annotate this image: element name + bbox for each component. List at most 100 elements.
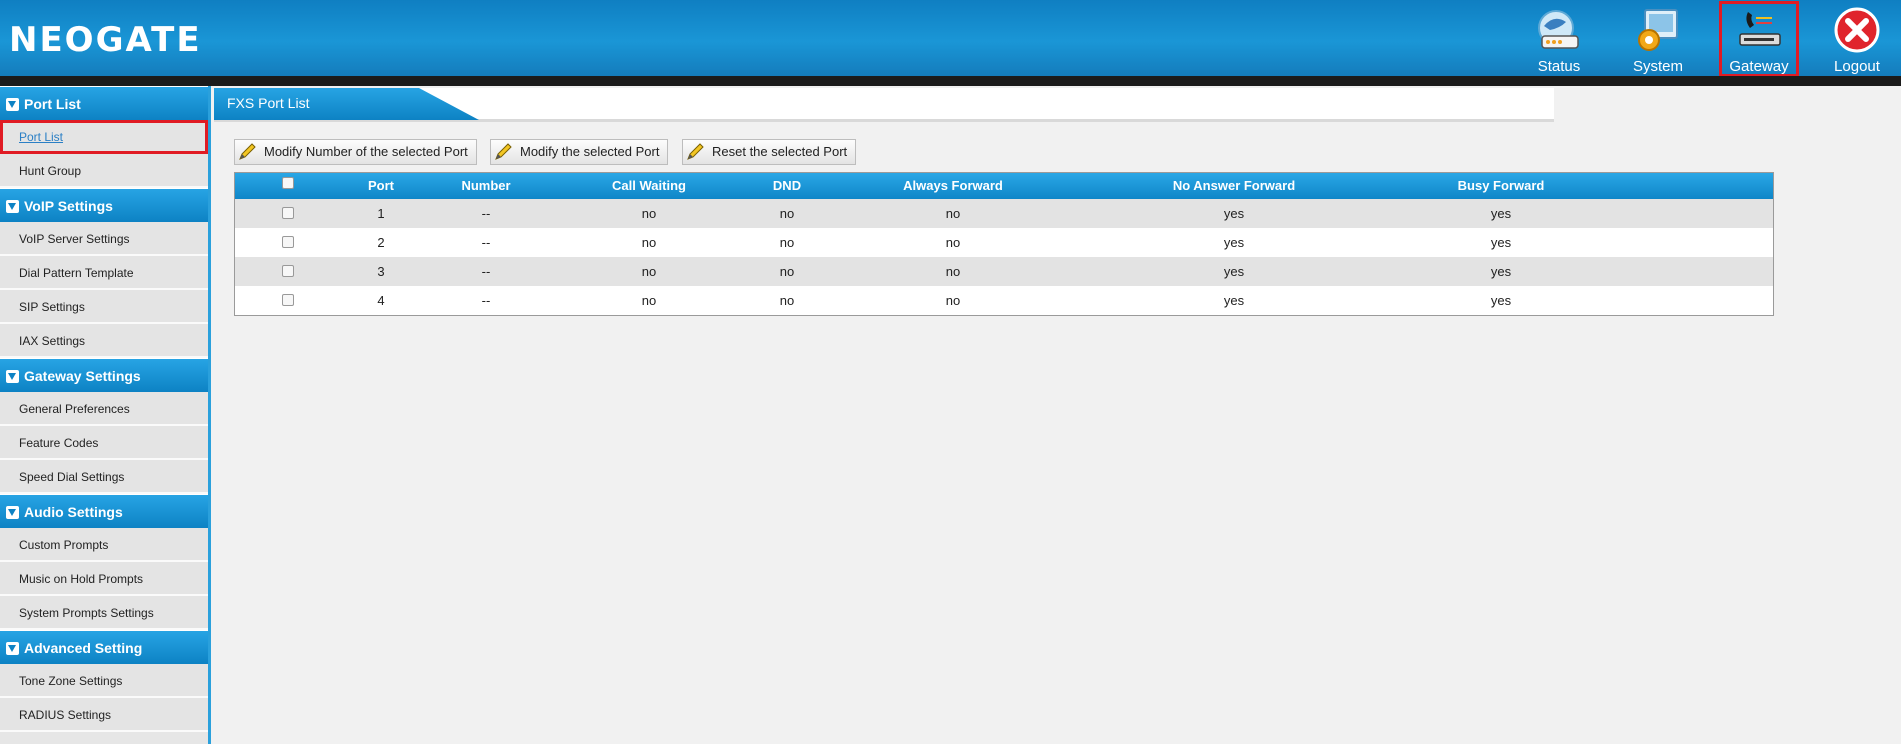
column-header-port: Port <box>368 178 394 193</box>
neogate-logo: NEOGATE <box>9 20 202 60</box>
status-icon <box>1534 6 1584 56</box>
table-header: Port Number Call Waiting DND Always Forw… <box>235 173 1773 199</box>
cell-call-waiting: no <box>641 206 657 221</box>
sidebar-section-title: Advanced Setting <box>24 640 143 656</box>
cell-always-forward: no <box>945 264 961 279</box>
cell-call-waiting: no <box>641 235 657 250</box>
nav-logout-label: Logout <box>1834 58 1880 75</box>
nav-status[interactable]: Status <box>1519 4 1599 76</box>
row-checkbox[interactable] <box>282 236 294 248</box>
sidebar-section-title: VoIP Settings <box>24 198 113 214</box>
row-checkbox[interactable] <box>282 294 294 306</box>
cell-busy-forward: yes <box>1490 235 1512 250</box>
sidebar-item-iax-settings[interactable]: IAX Settings <box>0 324 208 358</box>
cell-no-answer-forward: yes <box>1223 235 1245 250</box>
cell-no-answer-forward: yes <box>1223 264 1245 279</box>
column-header-number: Number <box>461 178 511 193</box>
cell-no-answer-forward: yes <box>1223 293 1245 308</box>
cell-port: 2 <box>377 235 385 250</box>
cell-always-forward: no <box>945 293 961 308</box>
row-checkbox[interactable] <box>282 207 294 219</box>
sidebar-item-custom-prompts[interactable]: Custom Prompts <box>0 528 208 562</box>
sidebar-item-general-preferences[interactable]: General Preferences <box>0 392 208 426</box>
reset-port-button[interactable]: Reset the selected Port <box>682 139 857 165</box>
tab-fxs-port-list[interactable]: FXS Port List <box>214 88 479 120</box>
table-row: 3 -- no no no yes yes <box>235 257 1773 286</box>
sidebar-item-sip-settings[interactable]: SIP Settings <box>0 290 208 324</box>
cell-number: -- <box>481 264 491 279</box>
gateway-icon <box>1734 6 1784 56</box>
sidebar-section-port-list[interactable]: Port List <box>0 86 208 120</box>
modify-port-label: Modify the selected Port <box>520 144 660 159</box>
column-header-dnd: DND <box>772 178 802 193</box>
sidebar-section-title: Gateway Settings <box>24 368 141 384</box>
sidebar-item-radius-settings[interactable]: RADIUS Settings <box>0 698 208 732</box>
sidebar-section-advanced-setting[interactable]: Advanced Setting <box>0 630 208 664</box>
cell-busy-forward: yes <box>1490 264 1512 279</box>
cell-number: -- <box>481 206 491 221</box>
modify-number-label: Modify Number of the selected Port <box>264 144 468 159</box>
cell-no-answer-forward: yes <box>1223 206 1245 221</box>
collapse-arrow-icon <box>6 506 19 519</box>
table-row: 4 -- no no no yes yes <box>235 286 1773 315</box>
nav-gateway-label: Gateway <box>1729 58 1789 75</box>
select-all-checkbox[interactable] <box>282 177 294 189</box>
sidebar-section-audio-settings[interactable]: Audio Settings <box>0 494 208 528</box>
sidebar-section-voip-settings[interactable]: VoIP Settings <box>0 188 208 222</box>
pencil-icon <box>494 143 514 161</box>
cell-busy-forward: yes <box>1490 293 1512 308</box>
table-row: 2 -- no no no yes yes <box>235 228 1773 257</box>
sidebar-section-title: Audio Settings <box>24 504 123 520</box>
cell-port: 4 <box>377 293 385 308</box>
sidebar-item-voip-server-settings[interactable]: VoIP Server Settings <box>0 222 208 256</box>
row-checkbox[interactable] <box>282 265 294 277</box>
pencil-icon <box>238 143 258 161</box>
system-icon <box>1633 6 1683 56</box>
pencil-icon <box>686 143 706 161</box>
sidebar-item-port-list[interactable]: Port List <box>0 120 208 154</box>
cell-port: 3 <box>377 264 385 279</box>
nav-logout[interactable]: Logout <box>1817 4 1897 76</box>
cell-dnd: no <box>779 206 795 221</box>
modify-number-button[interactable]: Modify Number of the selected Port <box>234 139 477 165</box>
nav-gateway[interactable]: Gateway <box>1719 1 1799 77</box>
nav-status-label: Status <box>1537 58 1581 75</box>
top-header: NEOGATE Status System Gateway Logout <box>0 0 1901 77</box>
cell-number: -- <box>481 235 491 250</box>
header-divider <box>0 76 1901 86</box>
fxs-port-table: Port Number Call Waiting DND Always Forw… <box>234 172 1774 316</box>
sidebar-item-music-on-hold-prompts[interactable]: Music on Hold Prompts <box>0 562 208 596</box>
table-row: 1 -- no no no yes yes <box>235 199 1773 228</box>
column-header-no-answer-forward: No Answer Forward <box>1172 178 1296 193</box>
cell-always-forward: no <box>945 235 961 250</box>
cell-busy-forward: yes <box>1490 206 1512 221</box>
sidebar-item-feature-codes[interactable]: Feature Codes <box>0 426 208 460</box>
content-tab-bar: FXS Port List <box>214 88 1554 122</box>
reset-port-label: Reset the selected Port <box>712 144 848 159</box>
nav-system-label: System <box>1632 58 1683 75</box>
cell-port: 1 <box>377 206 385 221</box>
column-header-busy-forward: Busy Forward <box>1457 178 1545 193</box>
logout-icon <box>1832 6 1882 56</box>
collapse-arrow-icon <box>6 642 19 655</box>
sidebar-item-tone-zone-settings[interactable]: Tone Zone Settings <box>0 664 208 698</box>
cell-call-waiting: no <box>641 264 657 279</box>
sidebar-section-title: Port List <box>24 96 81 112</box>
column-header-call-waiting: Call Waiting <box>612 178 686 193</box>
sidebar-item-speed-dial-settings[interactable]: Speed Dial Settings <box>0 460 208 494</box>
cell-call-waiting: no <box>641 293 657 308</box>
cell-dnd: no <box>779 235 795 250</box>
sidebar-item-system-prompts-settings[interactable]: System Prompts Settings <box>0 596 208 630</box>
collapse-arrow-icon <box>6 370 19 383</box>
modify-port-button[interactable]: Modify the selected Port <box>490 139 669 165</box>
cell-dnd: no <box>779 264 795 279</box>
sidebar-item-dial-pattern-template[interactable]: Dial Pattern Template <box>0 256 208 290</box>
sidebar-item-hunt-group[interactable]: Hunt Group <box>0 154 208 188</box>
sidebar-section-gateway-settings[interactable]: Gateway Settings <box>0 358 208 392</box>
cell-always-forward: no <box>945 206 961 221</box>
sidebar: Port List Port List Hunt Group VoIP Sett… <box>0 86 211 744</box>
cell-number: -- <box>481 293 491 308</box>
collapse-arrow-icon <box>6 200 19 213</box>
column-header-always-forward: Always Forward <box>903 178 1003 193</box>
nav-system[interactable]: System <box>1618 4 1698 76</box>
